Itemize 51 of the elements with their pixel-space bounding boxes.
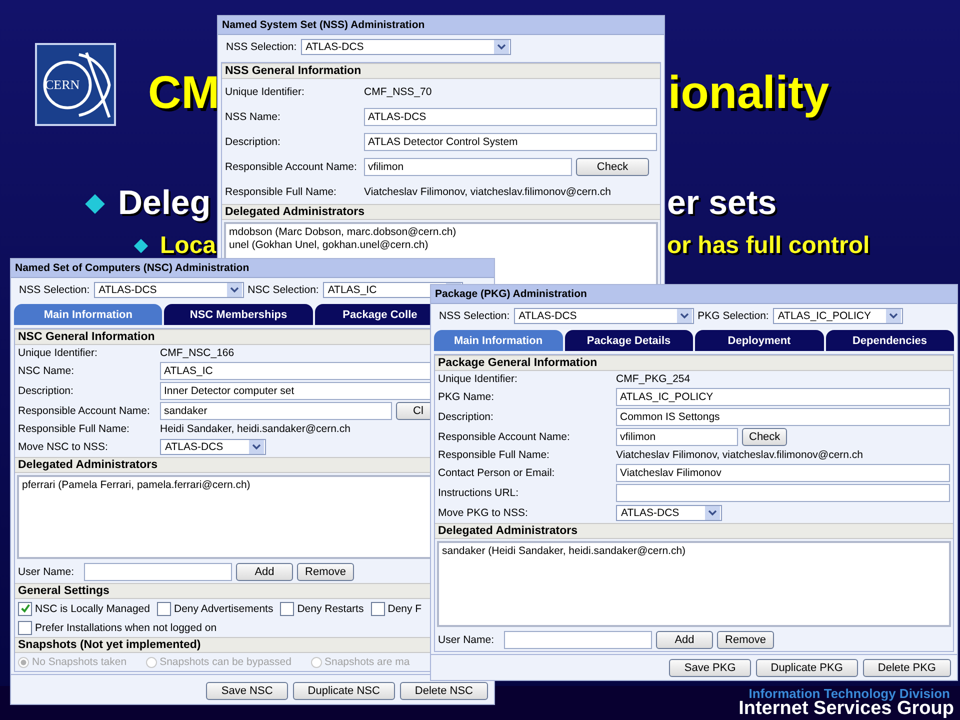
selector-label: PKG Selection: (698, 310, 769, 322)
field-value: CMF_NSS_70 (364, 86, 432, 98)
field-value: Viatcheslav Filimonov, viatcheslav.filimonov@cern.ch (364, 186, 612, 198)
field-label: Unique Identifier: (18, 347, 98, 359)
field-label: Instructions URL: (438, 487, 520, 499)
field-label: Responsible Full Name: (18, 423, 130, 435)
checkbox-label: Deny F (388, 602, 422, 614)
bullet-text: er sets (667, 183, 777, 223)
field-value: CMF_NSC_166 (160, 347, 234, 359)
field-value: CMF_PKG_254 (616, 373, 690, 385)
radio-label: Snapshots can be bypassed (160, 656, 292, 668)
field-label: Description: (438, 411, 494, 423)
selector-label: NSC Selection: (248, 284, 319, 296)
radio-label: Snapshots are ma (324, 656, 410, 668)
radio-label: No Snapshots taken (32, 656, 127, 668)
field-label: Move PKG to NSS: (438, 507, 529, 519)
slide-title: ionality (668, 66, 830, 118)
field-value: Viatcheslav Filimonov, viatcheslav.filimonov@cern.ch (616, 449, 864, 461)
checkbox-label: Deny Advertisements (174, 602, 274, 614)
bullet-text: or has full control (667, 232, 870, 260)
footer-text: Internet Services Group (738, 699, 954, 719)
field-label: NSS Name: (225, 110, 282, 122)
section-heading: Package General Information (435, 355, 953, 371)
field-label: User Name: (18, 566, 76, 578)
field-label: Responsible Account Name: (18, 405, 151, 417)
selector-label: NSS Selection: (226, 41, 297, 53)
checkbox-label: NSC is Locally Managed (35, 602, 150, 614)
field-label: Responsible Full Name: (225, 186, 338, 198)
window-title: Named System Set (NSS) Administration (218, 16, 664, 35)
section-heading: Delegated Administrators (222, 204, 660, 220)
field-label: Unique Identifier: (225, 86, 306, 98)
bullet-text: Deleg (118, 183, 211, 223)
checkbox-label: Prefer Installations when not logged on (35, 622, 217, 634)
window-title: Named Set of Computers (NSC) Administration (11, 259, 494, 278)
field-value: Heidi Sandaker, heidi.sandaker@cern.ch (160, 423, 350, 435)
slide-title: CM (148, 66, 220, 118)
bullet-text: Loca (160, 232, 216, 260)
field-label: User Name: (438, 634, 496, 646)
checkbox-label: Deny Restarts (297, 602, 364, 614)
footer-text: Information Technology Division (748, 686, 950, 701)
field-label: Responsible Account Name: (438, 431, 571, 443)
field-label: NSC Name: (18, 365, 76, 377)
field-label: Move NSC to NSS: (18, 441, 109, 453)
field-label: Description: (225, 136, 282, 148)
section-heading: NSS General Information (222, 63, 660, 79)
field-label: Responsible Account Name: (225, 160, 358, 172)
logo-text: CERN (45, 77, 80, 93)
selector-label: NSS Selection: (19, 284, 90, 296)
window-title: Package (PKG) Administration (431, 285, 957, 304)
field-label: Description: (18, 385, 74, 397)
section-heading: Delegated Administrators (435, 523, 953, 539)
